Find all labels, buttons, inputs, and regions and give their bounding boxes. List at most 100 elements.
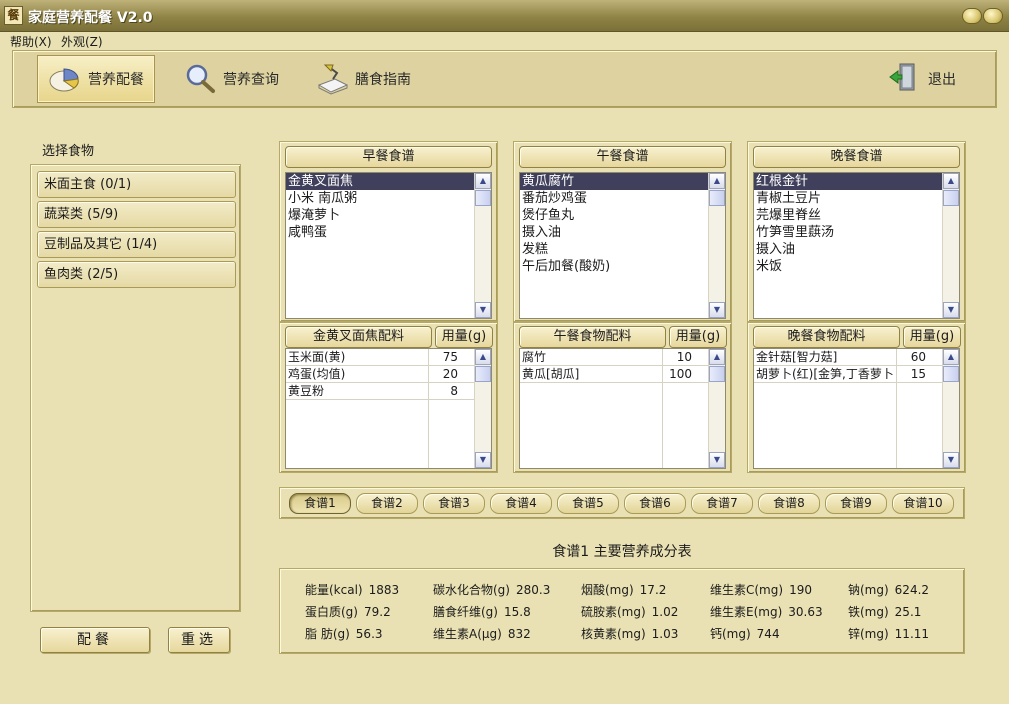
table-row[interactable]: 金针菇[智力菇] 60	[754, 349, 942, 366]
breakfast-recipe-list[interactable]: 金黄叉面焦 小米 南瓜粥 爆淹萝卜 咸鸭蛋 ▲ ▼	[285, 172, 492, 319]
list-item[interactable]: 青椒土豆片	[754, 190, 942, 207]
list-item[interactable]: 竹笋雪里蕻汤	[754, 224, 942, 241]
dinner-ingredients-grid[interactable]: 金针菇[智力菇] 60 胡萝卜(红)[金笋,丁香萝卜] 15 ▲ ▼	[753, 348, 960, 469]
scroll-down-icon[interactable]: ▼	[943, 452, 959, 468]
recipe-tab-2[interactable]: 食谱2	[356, 493, 418, 514]
list-item[interactable]: 米饭	[754, 258, 942, 275]
scrollbar[interactable]: ▲ ▼	[942, 173, 959, 318]
list-item[interactable]: 咸鸭蛋	[286, 224, 474, 241]
scrollbar[interactable]: ▲ ▼	[708, 349, 725, 468]
title-bar[interactable]: 餐 家庭营养配餐 V2.0	[0, 0, 1009, 32]
recipe-tab-8[interactable]: 食谱8	[758, 493, 820, 514]
list-item[interactable]: 摄入油	[754, 241, 942, 258]
list-item[interactable]: 发糕	[520, 241, 708, 258]
table-row[interactable]: 胡萝卜(红)[金笋,丁香萝卜] 15	[754, 366, 942, 383]
dinner-recipe-header[interactable]: 晚餐食谱	[753, 146, 960, 168]
lunch-recipe-list[interactable]: 黄瓜腐竹 番茄炒鸡蛋 煲仔鱼丸 摄入油 发糕 午后加餐(酸奶) ▲ ▼	[519, 172, 726, 319]
nutrient-label: 锌(mg)	[848, 627, 889, 641]
scroll-thumb[interactable]	[943, 366, 959, 382]
lunch-recipe-header[interactable]: 午餐食谱	[519, 146, 726, 168]
scroll-thumb[interactable]	[709, 366, 725, 382]
list-item[interactable]: 番茄炒鸡蛋	[520, 190, 708, 207]
scroll-up-icon[interactable]: ▲	[943, 173, 959, 189]
table-row[interactable]: 鸡蛋(均值) 20	[286, 366, 474, 383]
recipe-tab-5[interactable]: 食谱5	[557, 493, 619, 514]
recipe-tab-1[interactable]: 食谱1	[289, 493, 351, 514]
scroll-down-icon[interactable]: ▼	[943, 302, 959, 318]
list-item[interactable]: 黄瓜腐竹	[520, 173, 708, 190]
close-button[interactable]	[983, 8, 1003, 24]
tool-nutrition-query[interactable]: 营养查询	[173, 55, 279, 103]
scroll-up-icon[interactable]: ▲	[943, 349, 959, 365]
match-meal-button[interactable]: 配餐	[40, 627, 150, 653]
scroll-up-icon[interactable]: ▲	[475, 349, 491, 365]
list-item[interactable]: 爆淹萝卜	[286, 207, 474, 224]
scroll-thumb[interactable]	[475, 366, 491, 382]
tool-label: 膳食指南	[355, 72, 411, 88]
lunch-ingredients-header[interactable]: 午餐食物配料	[519, 326, 666, 348]
breakfast-ingredients-panel: 金黄叉面焦配料 用量(g) 玉米面(黄) 75 鸡蛋(均值) 20 黄豆粉 8 ▲…	[279, 322, 498, 473]
list-item[interactable]: 摄入油	[520, 224, 708, 241]
scroll-down-icon[interactable]: ▼	[709, 302, 725, 318]
dinner-ingredients-header[interactable]: 晚餐食物配料	[753, 326, 900, 348]
scroll-thumb[interactable]	[709, 190, 725, 206]
table-row[interactable]: 黄豆粉 8	[286, 383, 474, 400]
scrollbar[interactable]: ▲ ▼	[474, 349, 491, 468]
scroll-down-icon[interactable]: ▼	[475, 452, 491, 468]
nutrient-label: 烟酸(mg)	[581, 583, 634, 597]
list-item[interactable]: 煲仔鱼丸	[520, 207, 708, 224]
scrollbar[interactable]: ▲ ▼	[474, 173, 491, 318]
category-soy-and-other[interactable]: 豆制品及其它 (1/4)	[37, 231, 236, 258]
list-item[interactable]: 金黄叉面焦	[286, 173, 474, 190]
category-vegetables[interactable]: 蔬菜类 (5/9)	[37, 201, 236, 228]
scroll-up-icon[interactable]: ▲	[709, 173, 725, 189]
recipe-tab-4[interactable]: 食谱4	[490, 493, 552, 514]
ingredient-name: 金针菇[智力菇]	[756, 350, 838, 364]
pie-chart-icon	[48, 62, 82, 96]
table-row[interactable]: 黄瓜[胡瓜] 100	[520, 366, 708, 383]
breakfast-recipe-header[interactable]: 早餐食谱	[285, 146, 492, 168]
recipe-tab-10[interactable]: 食谱10	[892, 493, 954, 514]
breakfast-ingredients-header[interactable]: 金黄叉面焦配料	[285, 326, 432, 348]
exit-button[interactable]: 退出	[888, 59, 956, 99]
ingredient-name: 腐竹	[522, 350, 547, 364]
scroll-thumb[interactable]	[475, 190, 491, 206]
category-staple[interactable]: 米面主食 (0/1)	[37, 171, 236, 198]
table-row[interactable]: 玉米面(黄) 75	[286, 349, 474, 366]
recipe-tab-bar: 食谱1 食谱2 食谱3 食谱4 食谱5 食谱6 食谱7 食谱8 食谱9 食谱10	[279, 487, 965, 519]
scroll-up-icon[interactable]: ▲	[475, 173, 491, 189]
list-item[interactable]: 红根金针	[754, 173, 942, 190]
recipe-tab-7[interactable]: 食谱7	[691, 493, 753, 514]
scroll-up-icon[interactable]: ▲	[709, 349, 725, 365]
scrollbar[interactable]: ▲ ▼	[942, 349, 959, 468]
table-row[interactable]: 腐竹 10	[520, 349, 708, 366]
breakfast-amount-header[interactable]: 用量(g)	[435, 326, 493, 348]
breakfast-ingredients-grid[interactable]: 玉米面(黄) 75 鸡蛋(均值) 20 黄豆粉 8 ▲ ▼	[285, 348, 492, 469]
nutrition-table-title: 食谱1 主要营养成分表	[552, 544, 692, 560]
recipe-tab-6[interactable]: 食谱6	[624, 493, 686, 514]
menu-help[interactable]: 帮助(X)	[10, 33, 52, 50]
scroll-thumb[interactable]	[943, 190, 959, 206]
recipe-tab-3[interactable]: 食谱3	[423, 493, 485, 514]
toolbar: 营养配餐 营养查询 膳食指南 退出	[12, 50, 997, 108]
tool-nutrition-match[interactable]: 营养配餐	[37, 55, 155, 103]
scroll-down-icon[interactable]: ▼	[475, 302, 491, 318]
dinner-recipe-list[interactable]: 红根金针 青椒土豆片 芫爆里脊丝 竹笋雪里蕻汤 摄入油 米饭 ▲ ▼	[753, 172, 960, 319]
lunch-amount-header[interactable]: 用量(g)	[669, 326, 727, 348]
dinner-amount-header[interactable]: 用量(g)	[903, 326, 961, 348]
minimize-button[interactable]	[962, 8, 982, 24]
lunch-ingredients-grid[interactable]: 腐竹 10 黄瓜[胡瓜] 100 ▲ ▼	[519, 348, 726, 469]
scroll-down-icon[interactable]: ▼	[709, 452, 725, 468]
menu-appearance[interactable]: 外观(Z)	[61, 33, 103, 50]
tool-diet-guide[interactable]: 膳食指南	[305, 55, 411, 103]
list-item[interactable]: 芫爆里脊丝	[754, 207, 942, 224]
list-item[interactable]: 午后加餐(酸奶)	[520, 258, 708, 275]
list-item[interactable]: 小米 南瓜粥	[286, 190, 474, 207]
scrollbar[interactable]: ▲ ▼	[708, 173, 725, 318]
recipe-tab-9[interactable]: 食谱9	[825, 493, 887, 514]
nutrient-item: 维生素A(μg) 832	[433, 625, 531, 642]
magnifier-icon	[183, 62, 217, 96]
category-fish-meat[interactable]: 鱼肉类 (2/5)	[37, 261, 236, 288]
reset-button[interactable]: 重选	[168, 627, 230, 653]
nutrient-value: 79.2	[363, 605, 391, 619]
